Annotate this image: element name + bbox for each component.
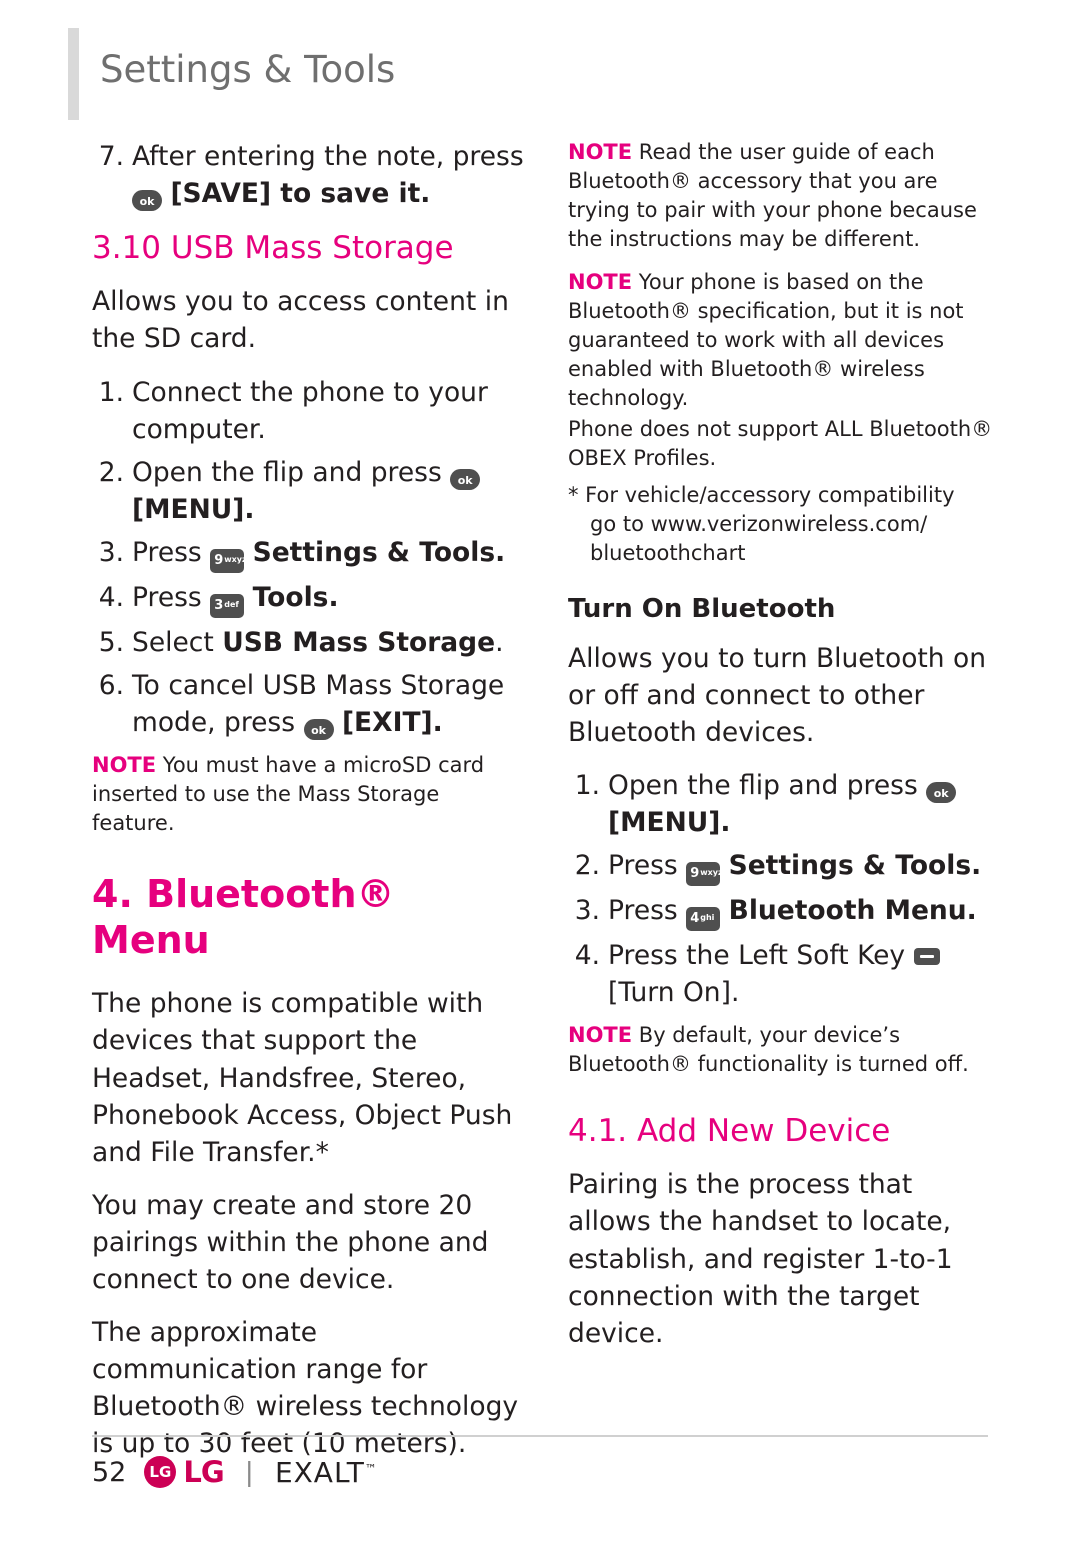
step-7-list: 7. After entering the note, press ok [SAV…	[92, 138, 524, 212]
list-item: 2. Open the flip and press ok [MENU].	[92, 454, 524, 528]
key-9-icon: 9wxyz	[210, 548, 247, 573]
step-number: 2.	[98, 456, 124, 488]
bluetooth-paragraph-3: The approximate communication range for …	[92, 1317, 519, 1460]
trademark-symbol: ™	[364, 1461, 378, 1476]
list-item: 7. After entering the note, press ok [SAV…	[92, 138, 524, 212]
step-text-after: [MENU].	[132, 493, 255, 525]
step-text-after: [EXIT].	[341, 707, 443, 739]
step-text-after: Bluetooth Menu.	[728, 895, 977, 927]
step-number: 1.	[574, 769, 600, 801]
list-item: 6. To cancel USB Mass Storage mode, press…	[92, 667, 524, 741]
ok-key-icon: ok	[450, 468, 481, 490]
bluetooth-paragraph-1: The phone is compatible with devices tha…	[92, 988, 513, 1168]
list-item: 4. Press the Left Soft Key [Turn On].	[568, 937, 1000, 1011]
list-item: 2. Press 9wxyz Settings & Tools.	[568, 847, 1000, 887]
step-text: Press	[132, 581, 202, 613]
step-text: Select	[132, 626, 214, 658]
ok-key-icon: ok	[132, 190, 162, 212]
section-heading-add-new-device: 4.1. Add New Device	[568, 1113, 891, 1150]
header-accent-bar	[68, 28, 79, 120]
key-9-icon: 9wxyz	[686, 862, 723, 887]
turn-on-intro-paragraph: Allows you to turn Bluetooth on or off a…	[568, 642, 987, 748]
key-4-icon: 4ghi	[686, 907, 721, 932]
ok-key-icon: ok	[303, 719, 334, 741]
key-3-icon: 3def	[210, 593, 245, 618]
usb-steps-list: 1. Connect the phone to your computer. 2.…	[92, 374, 524, 742]
note-label: NOTE	[568, 1023, 633, 1048]
step-text: After entering the note, press	[132, 141, 524, 172]
left-column: 7. After entering the note, press ok [SAV…	[92, 138, 524, 1478]
bluetooth-note-2: NOTE Your phone is based on the Bluetoot…	[568, 268, 1000, 413]
bluetooth-footnote: * For vehicle/accessory compatibility go…	[568, 481, 1000, 568]
step-number: 3.	[574, 895, 600, 927]
ok-key-icon: ok	[926, 781, 957, 803]
step-text-after: Tools.	[252, 581, 339, 613]
step-text: Open the flip and press	[608, 769, 918, 801]
note-label: NOTE	[568, 269, 633, 294]
step-text: Press the Left Soft Key	[608, 940, 906, 972]
note-label: NOTE	[568, 140, 633, 164]
right-column: NOTE Read the user guide of each Bluetoo…	[568, 138, 1000, 1368]
model-name: EXALT™	[274, 1455, 378, 1489]
page-footer: 52 LG LG | EXALT™	[92, 1455, 378, 1489]
step-text: Press	[608, 850, 678, 882]
step-text-after: .	[495, 626, 504, 658]
footnote-line-2: go to www.verizonwireless.com/	[590, 511, 928, 536]
footnote-line-1: * For vehicle/accessory compatibility	[568, 482, 955, 507]
step-number: 3.	[98, 536, 124, 568]
step-text: Press	[132, 536, 202, 568]
note-label: NOTE	[92, 753, 157, 778]
step-text-after: [MENU].	[608, 806, 731, 838]
step-number: 4.	[574, 940, 600, 972]
step-text: Open the flip and press	[132, 456, 442, 488]
step-number: 5.	[98, 626, 124, 658]
step-text-after: Settings & Tools.	[728, 850, 982, 882]
list-item: 4. Press 3def Tools.	[92, 579, 524, 618]
step-number: 4.	[98, 581, 124, 613]
left-soft-key-icon	[913, 948, 940, 966]
step-number: 2.	[574, 850, 600, 882]
add-device-paragraph: Pairing is the process that allows the h…	[568, 1169, 953, 1349]
manual-page: Settings & Tools 7. After entering the no…	[0, 0, 1080, 1551]
step-text: Press	[608, 895, 678, 927]
page-number: 52	[92, 1456, 127, 1488]
bluetooth-note-1: NOTE Read the user guide of each Bluetoo…	[568, 138, 1000, 254]
bluetooth-note-2-extra: Phone does not support ALL Bluetooth® OB…	[568, 416, 993, 470]
step-text-bold: USB Mass Storage	[222, 626, 496, 658]
turn-on-steps-list: 1. Open the flip and press ok [MENU]. 2. P…	[568, 767, 1000, 1011]
step-text-after: Settings & Tools.	[252, 536, 506, 568]
step-text: Connect the phone to your computer.	[132, 376, 488, 445]
footer-divider	[92, 1435, 988, 1437]
section-heading-bluetooth-menu: 4. Bluetooth® Menu	[92, 872, 395, 962]
usb-intro-paragraph: Allows you to access content in the SD c…	[92, 286, 509, 355]
bluetooth-paragraph-2: You may create and store 20 pairings wit…	[92, 1189, 489, 1295]
step-text-after: [Turn On].	[608, 977, 740, 1009]
list-item: 1. Open the flip and press ok [MENU].	[568, 767, 1000, 841]
step-number: 1.	[98, 376, 124, 408]
list-item: 1. Connect the phone to your computer.	[92, 374, 524, 448]
lg-wordmark: LG	[183, 1455, 224, 1489]
lg-logo: LG LG	[144, 1455, 225, 1489]
step-number: 6.	[98, 670, 124, 702]
footer-divider-pipe: |	[245, 1456, 253, 1487]
page-title: Settings & Tools	[100, 48, 396, 91]
turn-on-note: NOTE By default, your device’s Bluetooth…	[568, 1021, 1000, 1079]
subheading-turn-on-bluetooth: Turn On Bluetooth	[568, 593, 836, 624]
list-item: 3. Press 4ghi Bluetooth Menu.	[568, 892, 1000, 932]
footnote-line-3: bluetoothchart	[590, 540, 746, 565]
step-text-after: [SAVE] to save it.	[170, 178, 431, 210]
step-number: 7.	[98, 141, 124, 172]
lg-circle-icon: LG	[144, 1456, 177, 1488]
list-item: 3. Press 9wxyz Settings & Tools.	[92, 534, 524, 573]
section-heading-usb-mass-storage: 3.10 USB Mass Storage	[92, 230, 454, 267]
usb-note: NOTE You must have a microSD card insert…	[92, 751, 524, 838]
list-item: 5. Select USB Mass Storage.	[92, 624, 524, 661]
